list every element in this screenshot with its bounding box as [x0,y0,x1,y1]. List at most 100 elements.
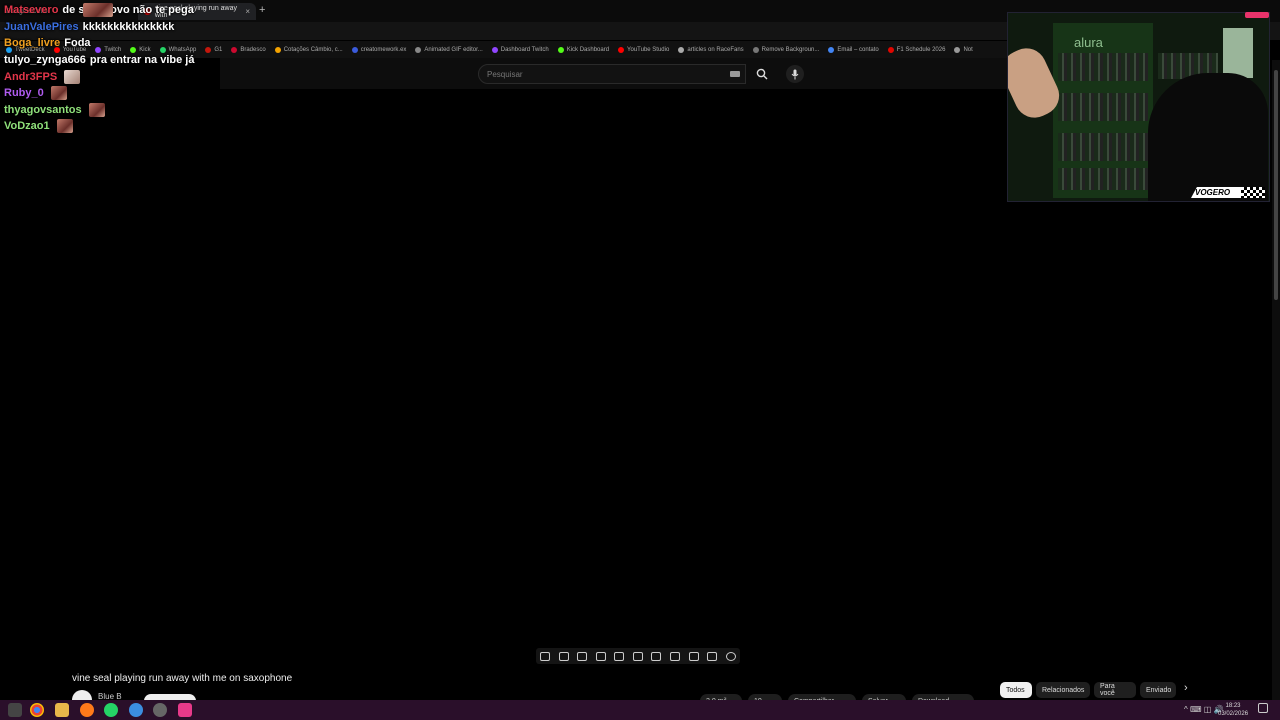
chat-text: kkkkkkkkkkkkkkk [82,20,175,33]
stream-chat-overlay: Matsevero de sola novo não te pega JuanVal… [4,2,264,135]
bookmark-item[interactable]: articles on RaceFans [678,46,744,53]
tab-emote-icon [83,3,113,17]
chat-message: Andr3FPS [4,68,264,85]
bookmark-item[interactable]: Kick Dashboard [557,46,610,53]
chrome-icon[interactable] [30,703,44,717]
clock-date: 03/02/2026 [1218,711,1249,717]
chat-username: JuanValePires [4,20,79,33]
chat-username: Andr3FPS [4,70,58,83]
bookmark-favicon-icon [887,46,894,53]
bookmark-label: F1 Schedule 2026 [896,46,946,53]
bookmark-item[interactable]: Not [954,46,973,53]
bookmark-label: YouTube Studio [627,46,670,53]
file-explorer-icon[interactable] [55,703,69,717]
bookmark-label: Remove Backgroun... [761,46,820,53]
chip-0[interactable]: Todos [1000,682,1032,698]
app-icon[interactable] [178,703,192,717]
edge-icon[interactable] [129,703,143,717]
chat-username: Boga_livre [4,37,61,50]
bookmark-favicon-icon [828,46,835,53]
webcam-overlay: alura VOGERO [1007,12,1270,202]
taskbar-clock[interactable]: 18:23 03/02/2026 [1218,702,1248,718]
chat-emote-icon [64,69,81,84]
chat-emote-icon [50,86,67,101]
bookmark-label: Email – contato [837,46,879,53]
chat-username: VoDzao1 [4,120,50,133]
miniplayer-icon[interactable] [614,651,625,661]
chat-text: pra entrar na vibe já [89,54,195,67]
bookmark-favicon-icon [678,46,685,53]
channel-logo: VOGERO [1191,187,1265,198]
theater-icon[interactable] [632,651,643,661]
bookmark-favicon-icon [491,46,498,53]
microphone-icon [791,69,799,79]
bookmark-item[interactable]: F1 Schedule 2026 [887,46,946,53]
bookmark-item[interactable]: Dashboard Twitch [491,46,549,53]
chat-message: Matsevero de sola novo não te pega [4,2,264,19]
scrollbar-thumb[interactable] [1274,70,1278,300]
bookmark-label: articles on RaceFans [687,46,744,53]
bookmark-label: Kick Dashboard [566,46,610,53]
search-input[interactable]: Pesquisar [478,64,746,84]
firefox-icon[interactable] [80,703,94,717]
bookmark-item[interactable]: Animated GIF editor... [415,46,483,53]
notification-icon[interactable] [1258,703,1268,713]
clock-time: 18:23 [1225,703,1241,709]
gear-icon[interactable] [725,651,736,661]
chip-1[interactable]: Relacionados [1036,682,1090,698]
chip-3[interactable]: Enviado [1140,682,1176,698]
captions-icon[interactable] [669,651,680,661]
bookmark-favicon-icon [274,46,281,53]
chat-text: Foda [64,37,91,50]
cast-icon[interactable] [577,651,588,661]
chat-username: Matsevero [4,4,59,17]
checkered-flag-icon [1241,187,1265,198]
search-button[interactable] [748,64,776,84]
video-title: vine seal playing run away with me on sa… [72,673,293,684]
bookmark-favicon-icon [351,46,358,53]
chat-message: tulyo_zynga666 pra entrar na vibe já [4,52,264,69]
obs-icon[interactable] [153,703,167,717]
clip-icon[interactable] [595,651,606,661]
chat-message: VoDzao1 [4,118,264,135]
chat-emote-icon [56,119,73,134]
alert-bar [1245,12,1269,18]
search-placeholder: Pesquisar [487,69,523,79]
chat-message: thyagovsantos [4,102,264,119]
search-icon [756,68,768,80]
bookmark-item[interactable]: Remove Backgroun... [752,46,820,53]
bookmark-item[interactable]: YouTube Studio [618,46,670,53]
player-controls-bar [536,648,740,664]
whatsapp-icon[interactable] [104,703,118,717]
bookmark-label: Dashboard Twitch [500,46,549,53]
bookmark-label: creatomework.ex [360,46,407,53]
keyboard-icon[interactable] [730,71,740,77]
webcam-sign: alura [1074,35,1103,50]
bookmark-favicon-icon [557,46,564,53]
bookmark-favicon-icon [752,46,759,53]
streamer [1148,73,1268,201]
flask-icon[interactable] [707,651,718,661]
bookmark-item[interactable]: Cotações Câmbio, c... [274,46,343,53]
bookmark-favicon-icon [415,46,422,53]
chat-username: Ruby_0 [4,87,44,100]
bookmark-label: Cotações Câmbio, c... [283,46,343,53]
chat-username: tulyo_zynga666 [4,54,86,67]
logo-text: VOGERO [1195,188,1231,197]
bookmark-item[interactable]: creatomework.ex [351,46,407,53]
windows-taskbar [0,700,1280,720]
bookmark-item[interactable]: Email – contato [828,46,879,53]
chat-message: Ruby_0 [4,85,264,102]
chat-message: Boga_livre Foda [4,35,264,52]
bookmark-label: Animated GIF editor... [424,46,483,53]
voice-search-button[interactable] [786,65,804,83]
windows-start-icon[interactable] [8,703,22,717]
bookmark-favicon-icon [954,46,961,53]
screenshot-icon[interactable] [688,651,699,661]
audio-icon[interactable] [558,651,569,661]
chip-2[interactable]: Para você [1094,682,1136,698]
speed-icon[interactable] [651,651,662,661]
loop-icon[interactable] [540,651,551,661]
chat-message: JuanValePires kkkkkkkkkkkkkkk [4,19,264,36]
chevron-right-icon[interactable]: › [1184,682,1188,694]
